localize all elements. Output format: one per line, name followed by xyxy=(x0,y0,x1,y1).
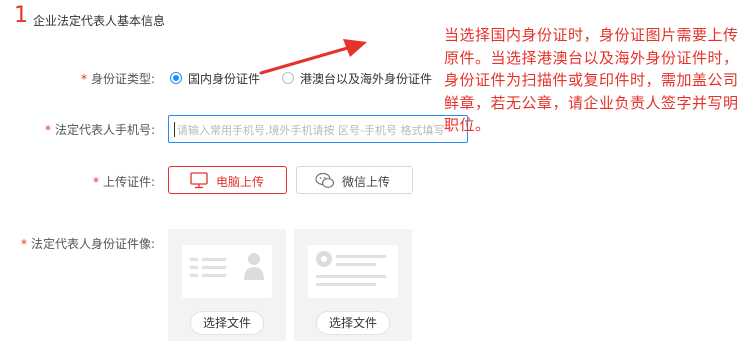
id-type-label: * 身份证类型: xyxy=(80,72,155,86)
choose-file-button-front[interactable]: 选择文件 xyxy=(190,311,264,335)
choose-file-button-back[interactable]: 选择文件 xyxy=(316,311,390,335)
text-caret xyxy=(174,122,175,137)
pc-upload-button[interactable]: 电脑上传 xyxy=(168,166,287,194)
phone-input-placeholder: 请输入常用手机号,境外手机请按 区号-手机号 格式填写 xyxy=(177,124,445,137)
wechat-upload-button[interactable]: 微信上传 xyxy=(296,166,413,194)
radio-domestic-id[interactable] xyxy=(170,72,182,84)
id-card-front-icon xyxy=(190,253,264,280)
id-back-upload-card[interactable]: 选择文件 xyxy=(294,229,412,341)
step-number: 1 xyxy=(14,3,28,28)
id-back-placeholder xyxy=(308,245,398,298)
id-front-placeholder xyxy=(182,245,272,298)
radio-domestic-id-label[interactable]: 国内身份证件 xyxy=(188,70,260,87)
phone-input[interactable]: 请输入常用手机号,境外手机请按 区号-手机号 格式填写 xyxy=(168,115,468,143)
radio-overseas-id-label[interactable]: 港澳台以及海外身份证件 xyxy=(300,70,432,87)
radio-overseas-id[interactable] xyxy=(282,72,294,84)
wechat-icon xyxy=(315,172,335,188)
id-card-back-icon xyxy=(316,251,386,286)
section-title: 企业法定代表人基本信息 xyxy=(33,14,166,28)
computer-icon xyxy=(190,172,208,189)
annotation-note: 当选择国内身份证时，身份证图片需要上传原件。当选择港澳台以及海外身份证件时，身份… xyxy=(444,26,739,134)
id-images-label: * 法定代表人身份证件像: xyxy=(20,237,155,251)
upload-label: * 上传证件: xyxy=(92,175,155,189)
id-front-upload-card[interactable]: 选择文件 xyxy=(168,229,286,341)
wechat-upload-label: 微信上传 xyxy=(342,175,391,189)
pc-upload-label: 电脑上传 xyxy=(216,175,265,189)
phone-label: * 法定代表人手机号: xyxy=(44,123,155,137)
